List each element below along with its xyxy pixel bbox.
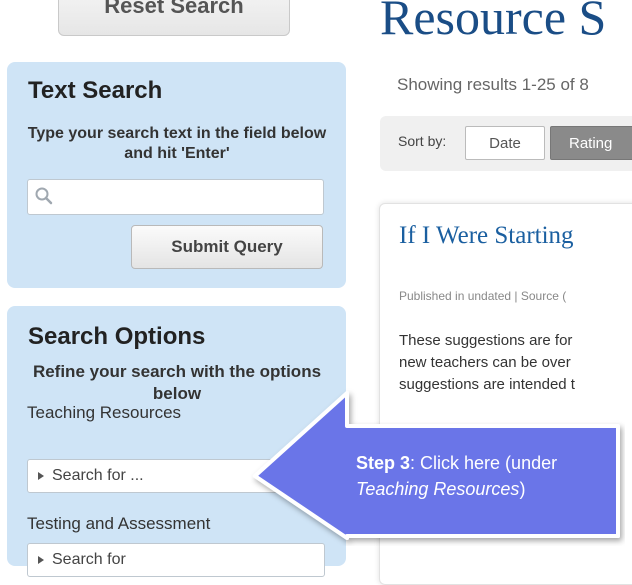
sort-date-button[interactable]: Date: [465, 126, 545, 160]
teaching-resources-label: Teaching Resources: [27, 403, 182, 422]
page-title: Resource S: [380, 0, 607, 45]
result-desc-line: These suggestions are for: [399, 332, 573, 349]
testing-assessment-select-text: Search for: [52, 551, 126, 568]
reset-search-button[interactable]: Reset Search: [58, 0, 290, 36]
result-desc-line: new teachers can be over: [399, 354, 571, 371]
search-icon: [35, 187, 53, 205]
text-search-panel: Text Search Type your search text in the…: [7, 62, 346, 288]
callout-step: Step 3: [356, 453, 411, 473]
search-input[interactable]: [27, 179, 324, 215]
callout-text: Step 3: Click here (under Teaching Resour…: [356, 450, 616, 502]
result-title-link[interactable]: If I Were Starting: [399, 222, 574, 250]
text-search-title: Text Search: [28, 77, 163, 104]
results-count: Showing results 1-25 of 8: [397, 75, 589, 94]
callout-end: ): [519, 479, 526, 499]
triangle-right-icon: [38, 472, 44, 480]
callout-body: : Click here (under: [410, 453, 558, 473]
testing-assessment-select[interactable]: Search for: [27, 543, 325, 577]
result-description: These suggestions are for new teachers c…: [399, 330, 575, 396]
search-options-title: Search Options: [28, 323, 206, 350]
submit-query-button[interactable]: Submit Query: [131, 225, 323, 269]
triangle-right-icon: [38, 556, 44, 564]
sort-rating-button[interactable]: Rating: [550, 126, 632, 160]
sort-bar: Sort by: Date Rating: [380, 116, 632, 171]
sort-label: Sort by:: [398, 133, 447, 149]
callout-italic: Teaching Resources: [356, 479, 520, 499]
testing-assessment-label: Testing and Assessment: [27, 514, 211, 533]
teaching-resources-select-text: Search for ...: [52, 467, 144, 484]
text-search-instructions: Type your search text in the field below…: [27, 125, 327, 162]
result-meta: Published in undated | Source (: [399, 289, 567, 303]
